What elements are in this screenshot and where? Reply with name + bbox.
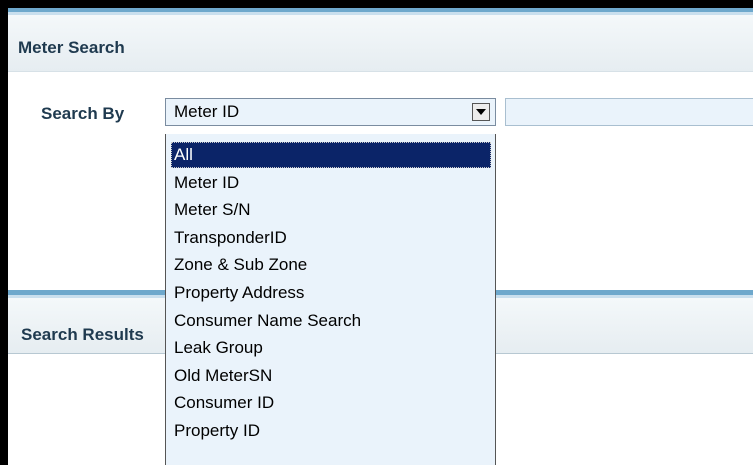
- dropdown-option-zone-sub-zone[interactable]: Zone & Sub Zone: [171, 252, 491, 278]
- dropdown-option-meter-id[interactable]: Meter ID: [171, 170, 491, 196]
- search-input[interactable]: [505, 98, 753, 126]
- dropdown-option-old-meter-sn[interactable]: Old MeterSN: [171, 363, 491, 389]
- dropdown-option-meter-sn[interactable]: Meter S/N: [171, 197, 491, 223]
- dropdown-option-property-address[interactable]: Property Address: [171, 280, 491, 306]
- search-by-dropdown-list[interactable]: All Meter ID Meter S/N TransponderID Zon…: [165, 134, 496, 465]
- search-by-label: Search By: [41, 104, 125, 123]
- dropdown-option-all[interactable]: All: [171, 142, 491, 168]
- search-by-selected-value: Meter ID: [174, 102, 240, 121]
- dropdown-option-property-id[interactable]: Property ID: [171, 418, 491, 444]
- search-by-select[interactable]: Meter ID: [165, 98, 496, 126]
- search-results-title: Search Results: [21, 325, 144, 344]
- dropdown-option-transponder-id[interactable]: TransponderID: [171, 225, 491, 251]
- dropdown-option-leak-group[interactable]: Leak Group: [171, 335, 491, 361]
- dropdown-option-consumer-id[interactable]: Consumer ID: [171, 390, 491, 416]
- chevron-down-icon[interactable]: [472, 103, 490, 121]
- page: Meter Search Search By Meter ID Search R…: [8, 8, 753, 465]
- meter-search-title: Meter Search: [18, 38, 125, 57]
- dropdown-option-consumer-name-search[interactable]: Consumer Name Search: [171, 308, 491, 334]
- meter-search-header: Meter Search: [8, 15, 753, 72]
